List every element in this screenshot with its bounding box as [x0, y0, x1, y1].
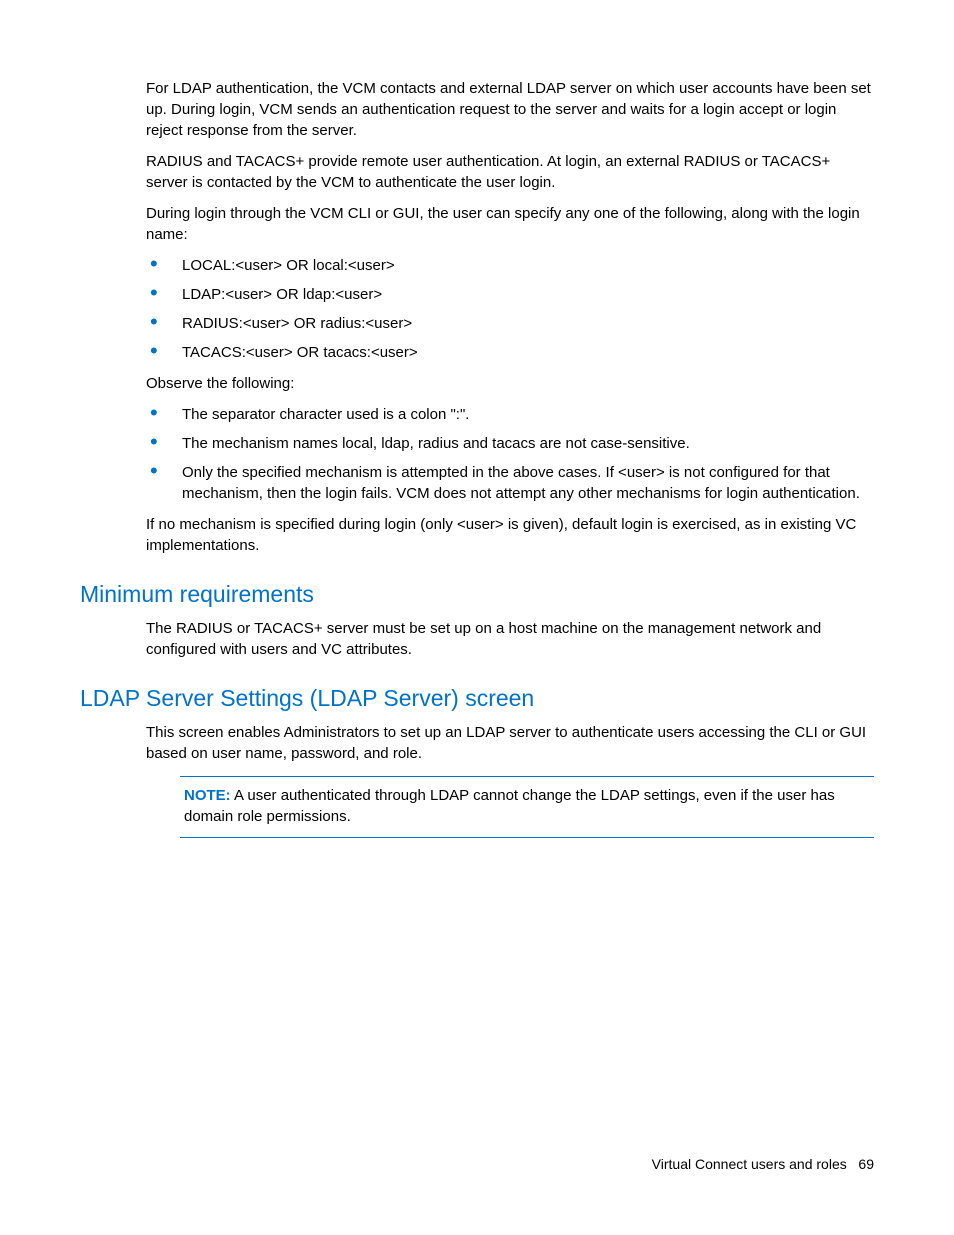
- heading-minimum-requirements: Minimum requirements: [80, 578, 874, 610]
- section-body: This screen enables Administrators to se…: [146, 722, 874, 838]
- list-item: TACACS:<user> OR tacacs:<user>: [146, 342, 874, 363]
- footer-page-number: 69: [858, 1156, 874, 1172]
- page-footer: Virtual Connect users and roles 69: [652, 1155, 874, 1175]
- list-item: RADIUS:<user> OR radius:<user>: [146, 313, 874, 334]
- paragraph-observe: Observe the following:: [146, 373, 874, 394]
- note-label: NOTE:: [184, 787, 231, 804]
- document-page: For LDAP authentication, the VCM contact…: [0, 0, 954, 1235]
- list-item: LDAP:<user> OR ldap:<user>: [146, 284, 874, 305]
- paragraph-login-intro: During login through the VCM CLI or GUI,…: [146, 203, 874, 245]
- paragraph-ldap-screen: This screen enables Administrators to se…: [146, 722, 874, 764]
- paragraph-default-login: If no mechanism is specified during logi…: [146, 514, 874, 556]
- paragraph-ldap-auth: For LDAP authentication, the VCM contact…: [146, 78, 874, 141]
- note-text: A user authenticated through LDAP cannot…: [184, 787, 835, 825]
- paragraph-min-req: The RADIUS or TACACS+ server must be set…: [146, 618, 874, 660]
- list-item: The mechanism names local, ldap, radius …: [146, 433, 874, 454]
- footer-section-title: Virtual Connect users and roles: [652, 1156, 847, 1172]
- heading-ldap-server-settings: LDAP Server Settings (LDAP Server) scree…: [80, 682, 874, 714]
- list-item: Only the specified mechanism is attempte…: [146, 462, 874, 504]
- body-content: For LDAP authentication, the VCM contact…: [146, 78, 874, 556]
- note-box: NOTE: A user authenticated through LDAP …: [180, 776, 874, 838]
- list-item: The separator character used is a colon …: [146, 404, 874, 425]
- list-observations: The separator character used is a colon …: [146, 404, 874, 504]
- list-item: LOCAL:<user> OR local:<user>: [146, 255, 874, 276]
- section-body: The RADIUS or TACACS+ server must be set…: [146, 618, 874, 660]
- list-login-mechanisms: LOCAL:<user> OR local:<user> LDAP:<user>…: [146, 255, 874, 363]
- paragraph-radius-tacacs: RADIUS and TACACS+ provide remote user a…: [146, 151, 874, 193]
